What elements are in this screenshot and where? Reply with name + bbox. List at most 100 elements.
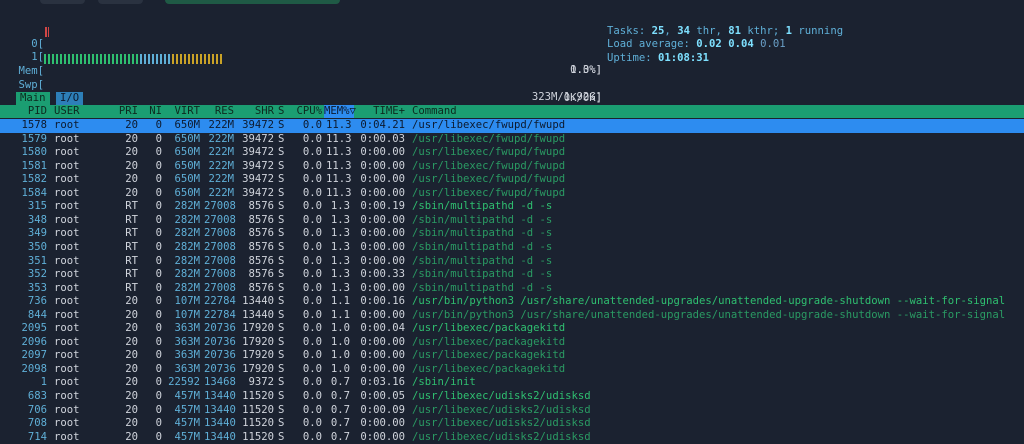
cell-mem: 11.3 xyxy=(326,159,352,172)
cell-time: 0:00.00 xyxy=(360,308,405,321)
cell-mem: 1.0 xyxy=(330,362,350,375)
col-shr[interactable]: SHR xyxy=(238,105,274,118)
window-tab-active[interactable] xyxy=(165,0,340,4)
cell-cmd: /sbin/multipathd -d -s xyxy=(412,281,553,294)
table-row[interactable]: 1580 root 20 0 650M 222M 39472 S 0.0 11.3 0:00.00 /… xyxy=(0,146,1024,160)
table-row[interactable]: 348 root RT 0 282M 27008 8576 S 0.0 1.3 0:00.00/sb… xyxy=(0,214,1024,228)
table-row-selected[interactable]: 1578 root 20 0 650M 222M 39472 S 0.0 11.3 0:04.21 /… xyxy=(0,119,1024,133)
col-ni[interactable]: NI xyxy=(140,105,162,118)
cell-ni: 0 xyxy=(155,132,162,145)
cell-mem: 1.1 xyxy=(330,308,350,321)
col-s[interactable]: S xyxy=(278,105,286,118)
table-row[interactable]: 350 root RT 0 282M 27008 8576 S 0.0 1.3 0:00.00/sb… xyxy=(0,241,1024,255)
cell-ni: 0 xyxy=(155,159,162,172)
cell-res: 27008 xyxy=(204,281,236,294)
cell-cmd: /sbin/multipathd -d -s xyxy=(412,254,553,267)
cell-pid: 351 xyxy=(27,254,47,267)
cell-res: 27008 xyxy=(204,227,236,240)
table-row[interactable]: 352 root RT 0 282M 27008 8576 S 0.0 1.3 0:00.33/sb… xyxy=(0,268,1024,282)
cell-pid: 1578 xyxy=(21,119,47,131)
col-user[interactable]: USER xyxy=(54,105,80,118)
cell-user: root xyxy=(54,308,80,321)
cell-s: S xyxy=(278,146,285,159)
col-pri[interactable]: PRI xyxy=(112,105,138,118)
table-row[interactable]: 706 root 20 0 457M 13440 11520 S 0.0 0.7 0:00.09/u… xyxy=(0,404,1024,418)
cell-mem: 1.3 xyxy=(330,213,350,226)
mem-bar-tick xyxy=(128,54,130,64)
cell-time: 0:00.00 xyxy=(360,173,405,186)
table-row[interactable]: 2098 root 20 0 363M 20736 17920 S 0.0 1.0 0:00.00 /… xyxy=(0,363,1024,377)
cell-time: 0:00.16 xyxy=(360,295,405,308)
cell-res: 13468 xyxy=(204,376,236,389)
table-row[interactable]: 2097 root 20 0 363M 20736 17920 S 0.0 1.0 0:00.00 /… xyxy=(0,349,1024,363)
col-time[interactable]: TIME+ xyxy=(360,105,405,118)
cell-ni: 0 xyxy=(155,430,162,443)
table-row[interactable]: 351 root RT 0 282M 27008 8576 S 0.0 1.3 0:00.00/sb… xyxy=(0,255,1024,269)
cell-time: 0:00.00 xyxy=(360,281,405,294)
cell-time: 0:00.00 xyxy=(360,240,405,253)
table-row[interactable]: 714 root 20 0 457M 13440 11520 S 0.0 0.7 0:00.00/u… xyxy=(0,431,1024,444)
col-res[interactable]: RES xyxy=(204,105,234,118)
cell-res: 222M xyxy=(208,159,234,172)
window-tab[interactable] xyxy=(98,0,143,4)
cell-mem: 11.3 xyxy=(326,186,352,199)
cell-s: S xyxy=(278,159,285,172)
mem-bar-tick xyxy=(132,54,134,64)
cell-user: root xyxy=(54,281,80,294)
table-row[interactable]: 1579 root 20 0 650M 222M 39472 S 0.0 11.3 0:00.03 /… xyxy=(0,133,1024,147)
col-command[interactable]: Command xyxy=(412,105,457,118)
cell-cpu: 0.0 xyxy=(302,146,322,159)
cell-virt: 650M xyxy=(174,146,200,159)
cell-cmd: /usr/libexec/packagekitd xyxy=(412,335,566,348)
cell-virt: 650M xyxy=(174,173,200,186)
cell-s: S xyxy=(278,281,285,294)
cell-cpu: 0.0 xyxy=(302,240,322,253)
table-row[interactable]: 1584 root 20 0 650M 222M 39472 S 0.0 11.3 0:00.00 /… xyxy=(0,187,1024,201)
col-cpu[interactable]: CPU% xyxy=(292,105,322,118)
cell-ni: 0 xyxy=(155,335,162,348)
table-row[interactable]: 1581 root 20 0 650M 222M 39472 S 0.0 11.3 0:00.00 /… xyxy=(0,160,1024,174)
table-row[interactable]: 844 root 20 0 107M 22784 13440 S 0.0 1.1 0:00.00/u… xyxy=(0,309,1024,323)
mem-bar-tick xyxy=(52,54,54,64)
mem-bar-tick xyxy=(144,54,146,64)
table-row[interactable]: 315 root RT 0 282M 27008 8576 S 0.0 1.3 0:00.19/sb… xyxy=(0,200,1024,214)
table-row[interactable]: 1582 root 20 0 650M 222M 39472 S 0.0 11.3 0:00.00 /… xyxy=(0,173,1024,187)
table-row[interactable]: 708 root 20 0 457M 13440 11520 S 0.0 0.7 0:00.00/u… xyxy=(0,417,1024,431)
mem-meter: Mem[ 323M/1.92G] xyxy=(0,52,604,103)
cell-pri: 20 xyxy=(125,295,138,308)
cell-mem: 1.0 xyxy=(330,322,350,335)
cell-virt: 363M xyxy=(174,322,200,335)
cell-s: S xyxy=(278,335,285,348)
load-1: 0.02 xyxy=(696,38,722,50)
table-row[interactable]: 2096 root 20 0 363M 20736 17920 S 0.0 1.0 0:00.00 /… xyxy=(0,336,1024,350)
cell-pri: 20 xyxy=(125,362,138,375)
cell-user: root xyxy=(54,119,80,131)
cell-shr: 8576 xyxy=(248,268,274,281)
col-virt[interactable]: VIRT xyxy=(164,105,200,118)
table-row[interactable]: 349 root RT 0 282M 27008 8576 S 0.0 1.3 0:00.00/sb… xyxy=(0,227,1024,241)
table-row[interactable]: 2095 root 20 0 363M 20736 17920 S 0.0 1.0 0:00.04 /… xyxy=(0,322,1024,336)
mem-bar-tick xyxy=(84,54,86,64)
table-row[interactable]: 1 root 20 0 22592 13468 9372 S 0.0 0.7 0:03.16/sbi… xyxy=(0,376,1024,390)
cell-pid: 1581 xyxy=(21,159,47,172)
cell-pid: 2097 xyxy=(21,349,47,362)
cell-pid: 1 xyxy=(40,376,47,389)
cell-time: 0:00.33 xyxy=(360,268,405,281)
threads-count: 34 xyxy=(677,25,690,37)
mem-bar-tick xyxy=(204,54,206,64)
cell-cmd: /usr/libexec/fwupd/fwupd xyxy=(412,159,566,172)
window-tab[interactable] xyxy=(40,0,85,4)
cell-user: root xyxy=(54,376,80,389)
cell-mem: 1.3 xyxy=(330,268,350,281)
table-row[interactable]: 736 root 20 0 107M 22784 13440 S 0.0 1.1 0:00.16/u… xyxy=(0,295,1024,309)
table-row[interactable]: 353 root RT 0 282M 27008 8576 S 0.0 1.3 0:00.00/sb… xyxy=(0,282,1024,296)
mem-bar-tick xyxy=(64,54,66,64)
col-mem-sorted[interactable]: MEM%▽ xyxy=(324,105,356,118)
cell-mem: 11.3 xyxy=(326,119,352,131)
col-pid[interactable]: PID xyxy=(0,105,47,118)
table-row[interactable]: 683 root 20 0 457M 13440 11520 S 0.0 0.7 0:00.05/u… xyxy=(0,390,1024,404)
tab-io[interactable]: I/O xyxy=(56,92,84,105)
mem-bar-tick xyxy=(100,54,102,64)
tab-main[interactable]: Main xyxy=(16,92,50,105)
mem-bar-tick xyxy=(72,54,74,64)
